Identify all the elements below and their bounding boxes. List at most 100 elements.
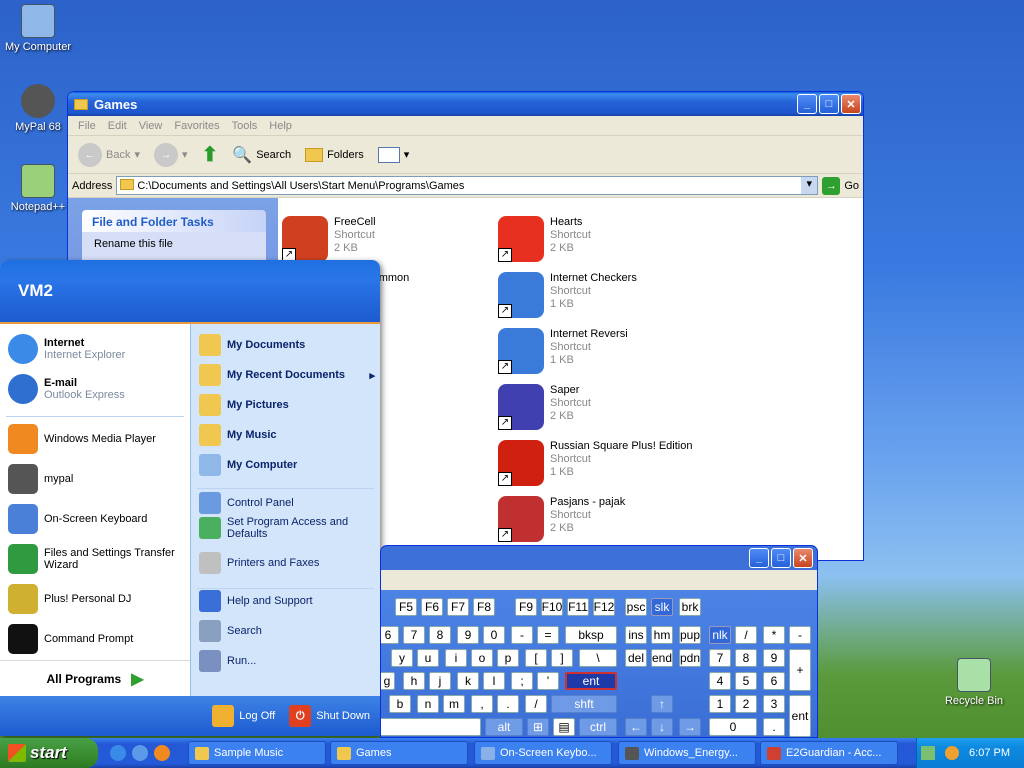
- media-player-quicklaunch-icon[interactable]: [154, 745, 170, 761]
- keyboard-key[interactable]: 0: [709, 718, 757, 736]
- minimize-button[interactable]: _: [749, 548, 769, 568]
- menu-help[interactable]: Help: [263, 120, 298, 132]
- keyboard-key[interactable]: ins: [625, 626, 647, 644]
- keyboard-key[interactable]: slk: [651, 598, 673, 616]
- keyboard-key[interactable]: 2: [735, 695, 757, 713]
- keyboard-key[interactable]: shft: [551, 695, 617, 713]
- keyboard-key[interactable]: k: [457, 672, 479, 690]
- keyboard-key[interactable]: ;: [511, 672, 533, 690]
- keyboard-key[interactable]: F6: [421, 598, 443, 616]
- all-programs-button[interactable]: All Programs ▶: [0, 660, 190, 696]
- minimize-button[interactable]: _: [797, 94, 817, 114]
- keyboard-key[interactable]: ,: [471, 695, 493, 713]
- log-off-button[interactable]: Log Off: [212, 705, 275, 727]
- back-button[interactable]: ← Back ▾: [74, 141, 144, 169]
- desktop-icon-mypal[interactable]: MyPal 68: [0, 84, 76, 133]
- keyboard-key[interactable]: alt: [485, 718, 523, 736]
- keyboard-key[interactable]: F7: [447, 598, 469, 616]
- keyboard-key[interactable]: 0: [483, 626, 505, 644]
- keyboard-key[interactable]: .: [763, 718, 785, 736]
- keyboard-key[interactable]: F8: [473, 598, 495, 616]
- address-input[interactable]: C:\Documents and Settings\All Users\Star…: [116, 176, 819, 195]
- file-item[interactable]: ↗ Pasjans - pajak Shortcut 2 KB: [498, 496, 625, 542]
- outlook-quicklaunch-icon[interactable]: [132, 745, 148, 761]
- keyboard-key[interactable]: [: [525, 649, 547, 667]
- keyboard-key[interactable]: →: [679, 718, 701, 736]
- places-item[interactable]: Run...: [199, 650, 375, 672]
- go-button[interactable]: Go: [844, 180, 859, 192]
- keyboard-key[interactable]: n: [417, 695, 439, 713]
- keyboard-key[interactable]: brk: [679, 598, 701, 616]
- keyboard-key[interactable]: 7: [709, 649, 731, 667]
- desktop-icon-notepadpp[interactable]: Notepad++: [0, 164, 76, 213]
- keyboard-key[interactable]: ent: [565, 672, 617, 690]
- keyboard-key[interactable]: pup: [679, 626, 701, 644]
- taskbar-button[interactable]: Sample Music: [188, 741, 326, 765]
- keyboard-key[interactable]: -: [789, 626, 811, 644]
- address-dropdown-icon[interactable]: ▾: [801, 177, 818, 194]
- keyboard-key[interactable]: F9: [515, 598, 537, 616]
- taskbar-button[interactable]: On-Screen Keybo...: [474, 741, 612, 765]
- views-button[interactable]: ▾: [374, 145, 414, 165]
- keyboard-key[interactable]: del: [625, 649, 647, 667]
- keyboard-key[interactable]: y: [391, 649, 413, 667]
- places-item[interactable]: My Pictures: [199, 394, 375, 416]
- file-item[interactable]: ↗ FreeCell Shortcut 2 KB: [282, 216, 376, 262]
- keyboard-key[interactable]: ↑: [651, 695, 673, 713]
- places-item[interactable]: My Documents: [199, 334, 375, 356]
- keyboard-key[interactable]: 8: [429, 626, 451, 644]
- keyboard-key[interactable]: ⊞: [527, 718, 549, 736]
- menu-favorites[interactable]: Favorites: [168, 120, 225, 132]
- keyboard-key[interactable]: [381, 718, 481, 736]
- keyboard-key[interactable]: psc: [625, 598, 647, 616]
- keyboard-key[interactable]: 8: [735, 649, 757, 667]
- keyboard-key[interactable]: 7: [403, 626, 425, 644]
- close-button[interactable]: ✕: [841, 94, 861, 114]
- rename-file-link[interactable]: Rename this file: [94, 238, 173, 250]
- keyboard-key[interactable]: ←: [625, 718, 647, 736]
- keyboard-key[interactable]: ent: [789, 695, 811, 737]
- close-button[interactable]: ✕: [793, 548, 813, 568]
- keyboard-key[interactable]: 4: [709, 672, 731, 690]
- keyboard-key[interactable]: F5: [395, 598, 417, 616]
- file-item[interactable]: ↗ Hearts Shortcut 2 KB: [498, 216, 591, 262]
- taskbar-button[interactable]: E2Guardian - Acc...: [760, 741, 898, 765]
- keyboard-key[interactable]: \: [579, 649, 617, 667]
- keyboard-key[interactable]: bksp: [565, 626, 617, 644]
- keyboard-key[interactable]: ]: [551, 649, 573, 667]
- keyboard-key[interactable]: F12: [593, 598, 615, 616]
- keyboard-key[interactable]: F11: [567, 598, 589, 616]
- network-icon[interactable]: [921, 746, 936, 760]
- recent-program[interactable]: On-Screen Keyboard: [8, 504, 184, 534]
- start-button[interactable]: start: [0, 738, 98, 768]
- keyboard-key[interactable]: u: [417, 649, 439, 667]
- keyboard-key[interactable]: l: [483, 672, 505, 690]
- keyboard-key[interactable]: nlk: [709, 626, 731, 644]
- file-item[interactable]: ↗ Internet Reversi Shortcut 1 KB: [498, 328, 628, 374]
- keyboard-key[interactable]: ↓: [651, 718, 673, 736]
- keyboard-key[interactable]: g: [381, 672, 395, 690]
- keyboard-key[interactable]: pdn: [679, 649, 701, 667]
- file-item[interactable]: ↗ Russian Square Plus! Edition Shortcut 1 K…: [498, 440, 692, 486]
- keyboard-titlebar[interactable]: _ □ ✕: [749, 548, 815, 568]
- go-arrow-icon[interactable]: →: [822, 176, 841, 195]
- task-panel-header[interactable]: File and Folder Tasks: [82, 210, 266, 232]
- keyboard-key[interactable]: 5: [735, 672, 757, 690]
- pinned-program[interactable]: E-mail Outlook Express: [8, 374, 125, 404]
- keyboard-key[interactable]: hm: [651, 626, 673, 644]
- forward-button[interactable]: → ▾: [150, 141, 192, 169]
- places-item[interactable]: Search: [199, 620, 375, 642]
- keyboard-key[interactable]: j: [429, 672, 451, 690]
- keyboard-key[interactable]: -: [511, 626, 533, 644]
- search-tray-icon[interactable]: [945, 746, 960, 760]
- keyboard-key[interactable]: /: [525, 695, 547, 713]
- places-item[interactable]: My Computer: [199, 454, 375, 476]
- file-item[interactable]: ↗ Saper Shortcut 2 KB: [498, 384, 591, 430]
- keyboard-key[interactable]: ▤: [553, 718, 575, 736]
- keyboard-key[interactable]: b: [389, 695, 411, 713]
- ie-quicklaunch-icon[interactable]: [110, 745, 126, 761]
- menu-edit[interactable]: Edit: [102, 120, 133, 132]
- keyboard-key[interactable]: =: [537, 626, 559, 644]
- keyboard-key[interactable]: m: [443, 695, 465, 713]
- search-button[interactable]: 🔍 Search: [228, 143, 295, 167]
